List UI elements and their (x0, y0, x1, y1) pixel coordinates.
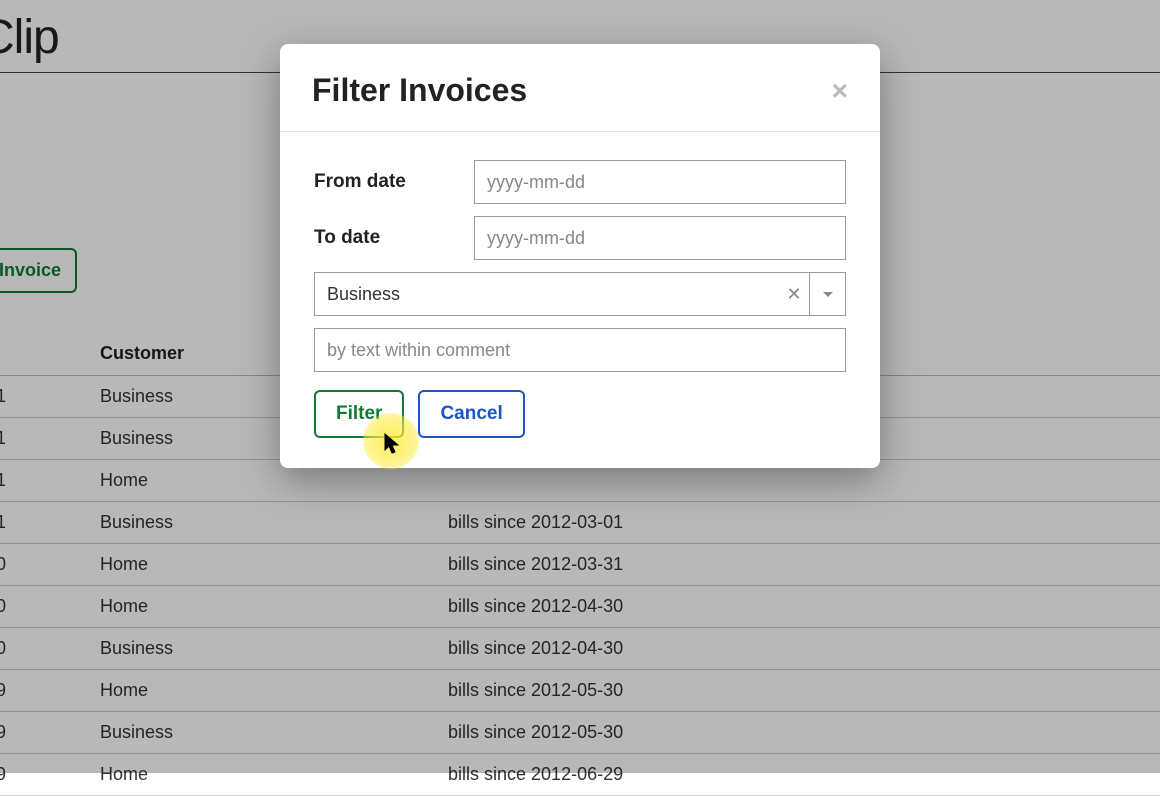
from-date-label: From date (314, 171, 474, 193)
to-date-label: To date (314, 227, 474, 249)
comment-filter-input[interactable] (314, 328, 846, 372)
modal-header: Filter Invoices × (280, 44, 880, 132)
customer-select[interactable]: Business ✕ (314, 272, 846, 316)
close-icon[interactable]: × (832, 77, 848, 105)
to-date-row: To date (314, 216, 846, 260)
modal-title: Filter Invoices (312, 72, 527, 109)
to-date-input[interactable] (474, 216, 846, 260)
filter-button[interactable]: Filter (314, 390, 404, 438)
clear-icon[interactable]: ✕ (779, 273, 809, 315)
filter-invoices-modal: Filter Invoices × From date To date Busi… (280, 44, 880, 468)
customer-selected-value: Business (315, 273, 779, 315)
dropdown-toggle[interactable] (809, 273, 845, 315)
modal-buttons: Filter Cancel (314, 390, 846, 438)
modal-body: From date To date Business ✕ Filter Canc… (280, 132, 880, 468)
from-date-row: From date (314, 160, 846, 204)
chevron-down-icon (823, 292, 833, 297)
cancel-button[interactable]: Cancel (418, 390, 524, 438)
from-date-input[interactable] (474, 160, 846, 204)
